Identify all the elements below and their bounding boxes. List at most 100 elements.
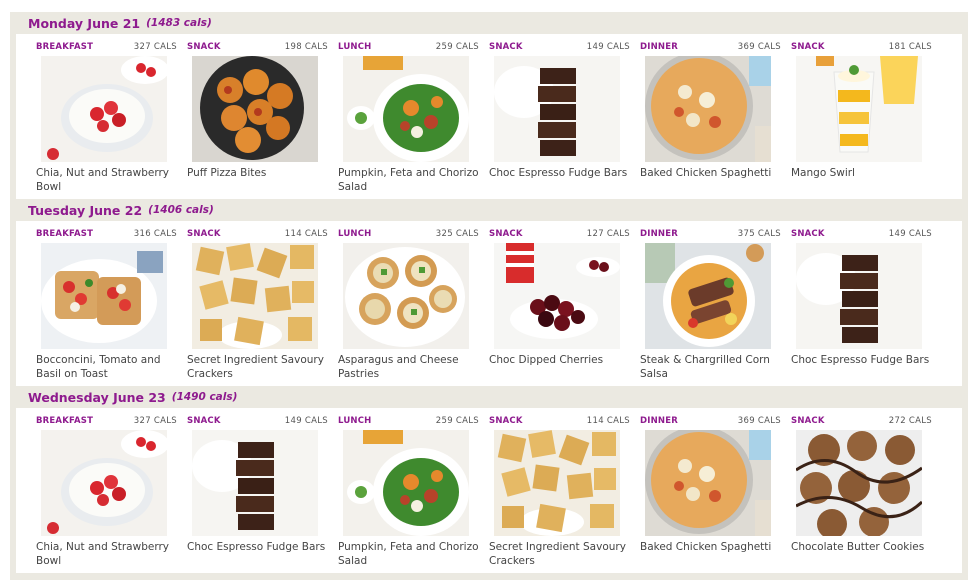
meal-name-link[interactable]: Pumpkin, Feta and Chorizo Salad <box>338 540 479 568</box>
meal-type-label: SNACK <box>791 416 825 426</box>
crackers-photo <box>192 243 318 349</box>
meal-photo[interactable] <box>645 56 771 162</box>
meal-calories: 198 CALS <box>284 42 328 52</box>
meal-photo[interactable] <box>796 243 922 349</box>
meal-name-link[interactable]: Choc Espresso Fudge Bars <box>489 166 630 180</box>
meal-name-link[interactable]: Baked Chicken Spaghetti <box>640 166 781 180</box>
meal-card[interactable]: BREAKFAST 327 CALS Chia, Nut and Strawberr… <box>36 408 177 568</box>
day-header: Tuesday June 22 (1406 cals) <box>10 199 968 221</box>
meal-card[interactable]: DINNER 369 CALS Baked Chicken Spaghetti <box>640 34 781 194</box>
chia-bowl-photo <box>41 430 167 536</box>
meal-calories: 369 CALS <box>737 42 781 52</box>
meal-photo[interactable] <box>494 56 620 162</box>
meal-photo[interactable] <box>192 243 318 349</box>
meal-name-link[interactable]: Steak & Chargrilled Corn Salsa <box>640 353 781 381</box>
meal-calories: 316 CALS <box>133 229 177 239</box>
meal-calories: 259 CALS <box>435 416 479 426</box>
meal-name-link[interactable]: Puff Pizza Bites <box>187 166 328 180</box>
meal-photo[interactable] <box>343 243 469 349</box>
meal-calories: 327 CALS <box>133 416 177 426</box>
day-meals: BREAKFAST 316 CALS Bocconcini, Tomato and … <box>10 221 968 386</box>
meal-name-link[interactable]: Pumpkin, Feta and Chorizo Salad <box>338 166 479 194</box>
fudge-photo <box>192 430 318 536</box>
meal-type-label: SNACK <box>489 229 523 239</box>
meal-calories: 369 CALS <box>737 416 781 426</box>
meal-photo[interactable] <box>494 243 620 349</box>
meal-card[interactable]: SNACK 114 CALS Secret Ingredient Savoury C… <box>489 408 630 568</box>
meal-card[interactable]: SNACK 181 CALS Mango Swirl <box>791 34 932 194</box>
meal-photo[interactable] <box>343 430 469 536</box>
meal-card[interactable]: SNACK 149 CALS Choc Espresso Fudge Bars <box>791 221 932 381</box>
meal-type-label: SNACK <box>187 229 221 239</box>
meal-card[interactable]: BREAKFAST 316 CALS Bocconcini, Tomato and … <box>36 221 177 381</box>
meal-name-link[interactable]: Choc Espresso Fudge Bars <box>187 540 328 554</box>
meal-type-label: SNACK <box>187 416 221 426</box>
meal-name-link[interactable]: Choc Dipped Cherries <box>489 353 630 367</box>
meal-photo[interactable] <box>192 56 318 162</box>
meal-card[interactable]: LUNCH 259 CALS Pumpkin, Feta and Chorizo S… <box>338 34 479 194</box>
meal-name-link[interactable]: Chia, Nut and Strawberry Bowl <box>36 540 177 568</box>
meal-card[interactable]: SNACK 149 CALS Choc Espresso Fudge Bars <box>187 408 328 568</box>
meal-type-label: BREAKFAST <box>36 42 94 52</box>
meal-type-label: SNACK <box>489 416 523 426</box>
meal-name-link[interactable]: Chocolate Butter Cookies <box>791 540 932 554</box>
meal-name-link[interactable]: Choc Espresso Fudge Bars <box>791 353 932 367</box>
meal-name-link[interactable]: Chia, Nut and Strawberry Bowl <box>36 166 177 194</box>
meal-name-link[interactable]: Secret Ingredient Savoury Crackers <box>489 540 630 568</box>
meal-card[interactable]: SNACK 198 CALS Puff Pizza Bites <box>187 34 328 194</box>
meal-photo[interactable] <box>645 430 771 536</box>
meal-type-label: SNACK <box>489 42 523 52</box>
meal-photo[interactable] <box>192 430 318 536</box>
meal-type-label: SNACK <box>187 42 221 52</box>
meal-calories: 259 CALS <box>435 42 479 52</box>
day-header: Monday June 21 (1483 cals) <box>10 12 968 34</box>
meal-photo[interactable] <box>343 56 469 162</box>
meal-type-label: DINNER <box>640 229 678 239</box>
day-title: Wednesday June 23 <box>28 389 166 405</box>
meal-card[interactable]: SNACK 114 CALS Secret Ingredient Savoury C… <box>187 221 328 381</box>
meal-photo[interactable] <box>41 243 167 349</box>
salad-photo <box>343 56 469 162</box>
meal-photo[interactable] <box>41 56 167 162</box>
meal-card[interactable]: DINNER 369 CALS Baked Chicken Spaghetti <box>640 408 781 568</box>
meal-calories: 149 CALS <box>284 416 328 426</box>
meal-type-label: DINNER <box>640 416 678 426</box>
pizza-bites-photo <box>192 56 318 162</box>
meal-card[interactable]: LUNCH 259 CALS Pumpkin, Feta and Chorizo S… <box>338 408 479 568</box>
meal-type-label: BREAKFAST <box>36 229 94 239</box>
day-meals: BREAKFAST 327 CALS Chia, Nut and Strawberr… <box>10 408 968 573</box>
meal-photo[interactable] <box>41 430 167 536</box>
meal-photo[interactable] <box>494 430 620 536</box>
meal-name-link[interactable]: Bocconcini, Tomato and Basil on Toast <box>36 353 177 381</box>
meal-card[interactable]: SNACK 272 CALS Chocolate Butter Cookies <box>791 408 932 568</box>
meal-photo[interactable] <box>645 243 771 349</box>
meal-photo[interactable] <box>796 430 922 536</box>
meal-type-label: LUNCH <box>338 229 372 239</box>
meal-type-label: SNACK <box>791 229 825 239</box>
cookies-photo <box>796 430 922 536</box>
meal-name-link[interactable]: Secret Ingredient Savoury Crackers <box>187 353 328 381</box>
meal-calories: 149 CALS <box>586 42 630 52</box>
meal-type-label: BREAKFAST <box>36 416 94 426</box>
meal-card[interactable]: DINNER 375 CALS Steak & Chargrilled Corn S… <box>640 221 781 381</box>
steak-photo <box>645 243 771 349</box>
day-calories: (1483 cals) <box>146 17 212 29</box>
cherries-photo <box>494 243 620 349</box>
day-title: Monday June 21 <box>28 15 141 31</box>
day-calories: (1406 cals) <box>148 204 214 216</box>
meal-calories: 114 CALS <box>586 416 630 426</box>
meal-card[interactable]: SNACK 149 CALS Choc Espresso Fudge Bars <box>489 34 630 194</box>
meal-calories: 327 CALS <box>133 42 177 52</box>
meal-name-link[interactable]: Baked Chicken Spaghetti <box>640 540 781 554</box>
meal-photo[interactable] <box>796 56 922 162</box>
meal-name-link[interactable]: Mango Swirl <box>791 166 932 180</box>
meal-card[interactable]: LUNCH 325 CALS Asparagus and Cheese Pastri… <box>338 221 479 381</box>
meal-card[interactable]: SNACK 127 CALS Choc Dipped Cherries <box>489 221 630 381</box>
meal-name-link[interactable]: Asparagus and Cheese Pastries <box>338 353 479 381</box>
chia-bowl-photo <box>41 56 167 162</box>
meal-card[interactable]: BREAKFAST 327 CALS Chia, Nut and Strawberr… <box>36 34 177 194</box>
meal-calories: 325 CALS <box>435 229 479 239</box>
meal-type-label: LUNCH <box>338 416 372 426</box>
spaghetti-photo <box>645 56 771 162</box>
meal-type-label: LUNCH <box>338 42 372 52</box>
